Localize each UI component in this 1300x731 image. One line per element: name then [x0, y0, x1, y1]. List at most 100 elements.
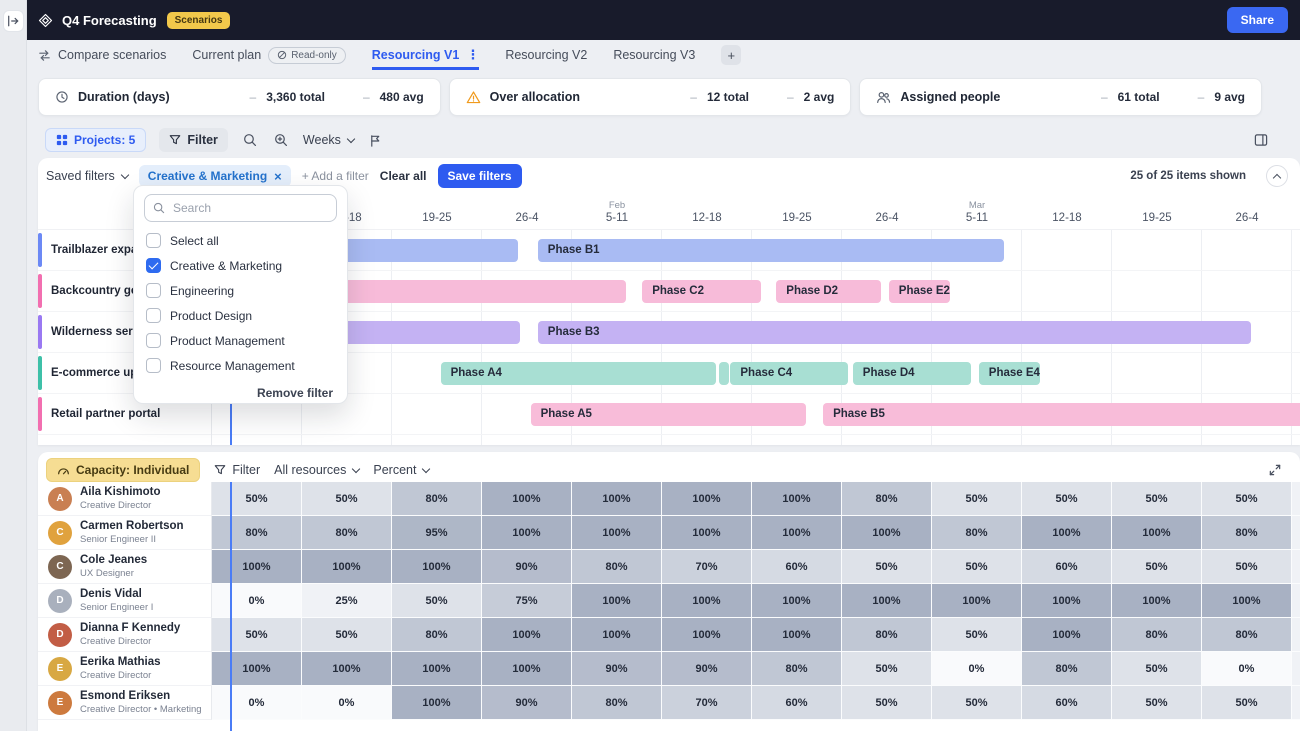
add-filter-button[interactable]: + Add a filter [302, 169, 369, 183]
capacity-cell[interactable]: 50% [212, 618, 302, 652]
gantt-bar-phase-e4[interactable]: Phase E4 [979, 362, 1040, 385]
capacity-cell[interactable]: 100% [572, 482, 662, 516]
capacity-cell[interactable]: 50% [842, 652, 932, 686]
remove-filter-chip-icon[interactable]: × [274, 170, 282, 183]
capacity-cell[interactable]: 50% [1112, 652, 1202, 686]
capacity-cell[interactable]: 100% [752, 516, 842, 550]
capacity-cell[interactable]: 100% [662, 482, 752, 516]
person-cell[interactable]: DDianna F KennedyCreative Director [38, 618, 212, 652]
capacity-cell[interactable]: 80% [392, 618, 482, 652]
collapse-panel-button[interactable] [1266, 165, 1288, 187]
capacity-cell[interactable]: 80% [212, 516, 302, 550]
person-cell[interactable]: EEsmond EriksenCreative Director • Marke… [38, 686, 212, 720]
checkbox-icon[interactable] [146, 233, 161, 248]
capacity-cell[interactable]: 90% [572, 652, 662, 686]
tab-menu-icon[interactable]: ⋮ [466, 47, 479, 63]
capacity-cell[interactable]: 50% [1202, 686, 1292, 720]
gantt-bar-phase-a5[interactable]: Phase A5 [531, 403, 806, 426]
capacity-cell[interactable]: 60% [752, 686, 842, 720]
capacity-cell[interactable]: 100% [392, 652, 482, 686]
capacity-cell[interactable]: 100% [212, 652, 302, 686]
capacity-cell[interactable]: 50% [842, 686, 932, 720]
filter-option-product-management[interactable]: Product Management [134, 328, 347, 353]
capacity-cell[interactable]: 75% [482, 584, 572, 618]
capacity-cell[interactable]: 90% [482, 686, 572, 720]
capacity-cell[interactable]: 100% [1022, 516, 1112, 550]
search-icon[interactable] [241, 131, 259, 149]
capacity-cell[interactable]: 70% [662, 550, 752, 584]
capacity-cell[interactable]: 50% [1202, 550, 1292, 584]
capacity-cell[interactable]: 50% [212, 482, 302, 516]
gantt-bar-phase-d4[interactable]: Phase D4 [853, 362, 971, 385]
person-cell[interactable]: AAila KishimotoCreative Director [38, 482, 212, 516]
checkbox-icon[interactable] [146, 358, 161, 373]
gantt-bar-phase-c4[interactable]: Phase C4 [730, 362, 848, 385]
save-filters-button[interactable]: Save filters [438, 164, 522, 188]
capacity-cell[interactable]: 100% [842, 584, 932, 618]
filter-button[interactable]: Filter [159, 128, 228, 152]
share-button[interactable]: Share [1227, 7, 1288, 33]
capacity-filter-button[interactable]: Filter [214, 463, 260, 477]
filter-search-box[interactable] [144, 194, 337, 222]
capacity-cell[interactable]: 80% [572, 550, 662, 584]
tab-resourcing-v2[interactable]: Resourcing V2 [505, 40, 587, 70]
tab-resourcing-v3[interactable]: Resourcing V3 [613, 40, 695, 70]
tab-resourcing-v1[interactable]: Resourcing V1 ⋮ [372, 40, 480, 70]
capacity-cell[interactable]: 100% [482, 652, 572, 686]
expand-sidebar-button[interactable] [3, 10, 24, 32]
capacity-cell[interactable]: 80% [1022, 652, 1112, 686]
capacity-cell[interactable]: 80% [752, 652, 842, 686]
flag-icon[interactable] [367, 132, 384, 149]
gantt-bar-phase-e2[interactable]: Phase E2 [889, 280, 950, 303]
capacity-cell[interactable]: 0% [212, 686, 302, 720]
add-scenario-button[interactable]: + [721, 45, 741, 65]
capacity-cell[interactable]: 80% [1202, 618, 1292, 652]
capacity-cell[interactable]: 0% [212, 584, 302, 618]
capacity-cell[interactable]: 50% [1022, 482, 1112, 516]
capacity-cell[interactable]: 100% [752, 482, 842, 516]
capacity-cell[interactable]: 50% [392, 584, 482, 618]
capacity-cell[interactable]: 100% [392, 550, 482, 584]
capacity-cell[interactable]: 100% [572, 516, 662, 550]
tab-current-plan[interactable]: Current plan Read-only [192, 40, 345, 70]
capacity-cell[interactable]: 100% [1112, 516, 1202, 550]
saved-filters-dropdown[interactable]: Saved filters [46, 169, 128, 183]
capacity-cell[interactable]: 100% [662, 584, 752, 618]
capacity-cell[interactable]: 50% [932, 550, 1022, 584]
filter-option-select-all[interactable]: Select all [134, 228, 347, 253]
capacity-cell[interactable]: 100% [572, 618, 662, 652]
capacity-mode-chip[interactable]: Capacity: Individual [46, 458, 200, 482]
capacity-cell[interactable]: 80% [842, 618, 932, 652]
capacity-cell[interactable]: 50% [302, 482, 392, 516]
checkbox-icon[interactable] [146, 258, 161, 273]
filter-option-engineering[interactable]: Engineering [134, 278, 347, 303]
capacity-cell[interactable]: 90% [482, 550, 572, 584]
person-cell[interactable]: CCarmen RobertsonSenior Engineer II [38, 516, 212, 550]
capacity-cell[interactable]: 100% [572, 584, 662, 618]
capacity-cell[interactable]: 100% [482, 482, 572, 516]
capacity-cell[interactable]: 0% [302, 686, 392, 720]
capacity-cell[interactable]: 80% [1202, 516, 1292, 550]
checkbox-icon[interactable] [146, 283, 161, 298]
capacity-cell[interactable]: 100% [302, 550, 392, 584]
capacity-cell[interactable]: 50% [1112, 550, 1202, 584]
gantt-bar-phase-b1[interactable]: Phase B1 [538, 239, 1004, 262]
resources-dropdown[interactable]: All resources [274, 463, 359, 477]
capacity-cell[interactable]: 100% [1022, 584, 1112, 618]
projects-count-chip[interactable]: Projects: 5 [45, 128, 146, 152]
capacity-cell[interactable]: 60% [752, 550, 842, 584]
gantt-bar-phase-d2[interactable]: Phase D2 [776, 280, 880, 303]
filter-option-resource-management[interactable]: Resource Management [134, 353, 347, 378]
capacity-cell[interactable]: 100% [1112, 584, 1202, 618]
person-cell[interactable]: EEerika MathiasCreative Director [38, 652, 212, 686]
unit-dropdown[interactable]: Percent [373, 463, 429, 477]
person-cell[interactable]: CCole JeanesUX Designer [38, 550, 212, 584]
capacity-cell[interactable]: 0% [932, 652, 1022, 686]
capacity-cell[interactable]: 50% [1112, 482, 1202, 516]
capacity-cell[interactable]: 100% [482, 516, 572, 550]
capacity-cell[interactable]: 0% [1202, 652, 1292, 686]
capacity-cell[interactable]: 80% [392, 482, 482, 516]
filter-option-creative-marketing[interactable]: Creative & Marketing [134, 253, 347, 278]
capacity-cell[interactable]: 50% [932, 482, 1022, 516]
capacity-cell[interactable]: 100% [482, 618, 572, 652]
